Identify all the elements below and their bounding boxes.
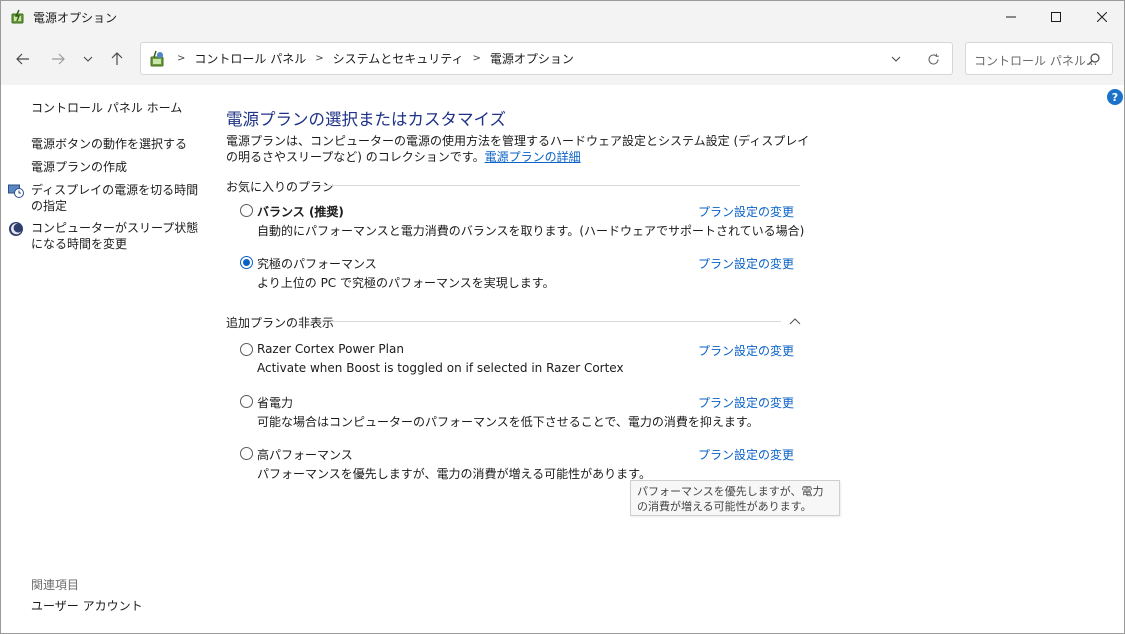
plan-high-performance-name[interactable]: 高パフォーマンス [257,446,353,463]
back-button[interactable] [9,45,37,73]
up-button[interactable] [103,45,131,73]
address-bar[interactable]: > コントロール パネル > システムとセキュリティ > 電源オプション [140,42,953,75]
plan-high-performance-change-settings-link[interactable]: プラン設定の変更 [698,446,794,463]
arrow-right-icon [52,53,65,65]
plan-power-saver-description: 可能な場合はコンピューターのパフォーマンスを低下させることで、電力の消費を抑えま… [257,415,759,429]
tooltip: パフォーマンスを優先しますが、電力の消費が増える可能性があります。 [630,480,840,516]
breadcrumb-separator-icon[interactable]: > [315,53,323,64]
arrow-left-icon [16,53,29,65]
page-title: 電源プランの選択またはカスタマイズ [226,110,507,129]
plan-power-saver: 省電力 可能な場合はコンピューターのパフォーマンスを低下させることで、電力の消費… [240,394,800,429]
window-title: 電源オプション [33,11,118,25]
minimize-icon [1006,16,1016,18]
minimize-button[interactable] [988,1,1034,33]
related-user-accounts-link[interactable]: ユーザー アカウント [31,598,143,614]
search-input[interactable]: コントロール パネル... [965,42,1113,75]
close-button[interactable] [1079,1,1124,33]
refresh-icon [927,53,939,65]
plan-power-saver-name[interactable]: 省電力 [257,394,293,411]
breadcrumb-power-options[interactable]: 電源オプション [490,50,574,67]
collapse-extra-plans-button[interactable] [788,314,802,328]
help-button[interactable]: ? [1107,89,1123,105]
plan-balanced: バランス (推奨) 自動的にパフォーマンスと電力消費のバランスを取ります。(ハー… [240,203,804,238]
sidebar-item-create-plan[interactable]: 電源プランの作成 [31,159,127,175]
plan-high-performance-radio[interactable] [240,447,253,460]
plan-high-performance: 高パフォーマンス パフォーマンスを優先しますが、電力の消費が増える可能性がありま… [240,446,800,481]
sidebar-item-display-off-time[interactable]: ディスプレイの電源を切る時間の指定 [31,182,206,214]
sidebar-item-power-button-action[interactable]: 電源ボタンの動作を選択する [31,136,187,152]
plan-razer-cortex-name[interactable]: Razer Cortex Power Plan [257,342,404,356]
plan-razer-cortex-radio[interactable] [240,343,253,356]
related-heading: 関連項目 [31,578,80,592]
arrow-up-icon [111,52,123,65]
plan-balanced-radio[interactable] [240,204,253,217]
plan-balanced-description: 自動的にパフォーマンスと電力消費のバランスを取ります。(ハードウェアでサポートさ… [257,224,805,238]
plan-balanced-name[interactable]: バランス (推奨) [257,203,344,220]
title-bar: 電源オプション [1,1,1124,33]
question-mark-icon: ? [1111,90,1119,104]
chevron-up-icon [789,317,801,324]
favorites-heading: お気に入りのプラン [226,180,335,194]
sidebar-item-sleep-time[interactable]: コンピューターがスリープ状態になる時間を変更 [31,220,201,252]
plan-razer-cortex-change-settings-link[interactable]: プラン設定の変更 [698,342,794,359]
plan-ultimate-performance-radio[interactable] [240,256,253,269]
control-panel-icon [148,50,166,68]
left-task-pane: コントロール パネル ホーム 電源ボタンの動作を選択する 電源プランの作成 ディ… [1,85,211,633]
refresh-button[interactable] [923,49,943,69]
close-icon [1097,12,1107,22]
plan-balanced-change-settings-link[interactable]: プラン設定の変更 [698,203,794,220]
page-description: 電源プランは、コンピューターの電源の使用方法を管理するハードウェア設定とシステム… [226,133,816,165]
chevron-down-icon [891,56,901,62]
address-history-dropdown[interactable] [886,49,906,69]
search-icon[interactable] [1087,52,1101,66]
plan-power-saver-radio[interactable] [240,395,253,408]
moon-icon [8,221,24,237]
extra-plans-heading[interactable]: 追加プランの非表示 [226,314,334,331]
plan-razer-cortex-description: Activate when Boost is toggled on if sel… [257,361,624,375]
plan-ultimate-performance: 究極のパフォーマンス より上位の PC で究極のパフォーマンスを実現します。 プ… [240,255,800,290]
maximize-icon [1051,12,1061,22]
plan-ultimate-performance-description: より上位の PC で究極のパフォーマンスを実現します。 [257,276,555,290]
recent-locations-button[interactable] [75,45,101,73]
power-options-window: 電源オプション > コントロール パネル > システムとセキュリティ > 電源オ… [0,0,1125,634]
breadcrumb-system-security[interactable]: システムとセキュリティ [333,50,464,67]
plan-details-link[interactable]: 電源プランの詳細 [485,150,581,164]
breadcrumb-control-panel[interactable]: コントロール パネル [194,50,306,67]
plan-ultimate-performance-change-settings-link[interactable]: プラン設定の変更 [698,255,794,272]
forward-button[interactable] [44,45,72,73]
navigation-bar: > コントロール パネル > システムとセキュリティ > 電源オプション コント… [1,33,1124,85]
plan-ultimate-performance-name[interactable]: 究極のパフォーマンス [257,255,377,272]
search-placeholder: コントロール パネル... [974,54,1098,68]
breadcrumb-separator-icon[interactable]: > [177,53,185,64]
plan-razer-cortex: Razer Cortex Power Plan Activate when Bo… [240,342,800,376]
plan-power-saver-change-settings-link[interactable]: プラン設定の変更 [698,394,794,411]
extra-plans-divider [331,321,781,322]
breadcrumb: > コントロール パネル > システムとセキュリティ > 電源オプション [171,43,574,74]
breadcrumb-separator-icon[interactable]: > [473,53,481,64]
plan-high-performance-description: パフォーマンスを優先しますが、電力の消費が増える可能性があります。 [257,467,651,481]
maximize-button[interactable] [1033,1,1079,33]
control-panel-home-link[interactable]: コントロール パネル ホーム [31,100,182,116]
chevron-down-icon [83,56,93,62]
power-options-app-icon [10,9,26,25]
display-clock-icon [8,183,24,199]
favorites-divider [321,185,800,186]
